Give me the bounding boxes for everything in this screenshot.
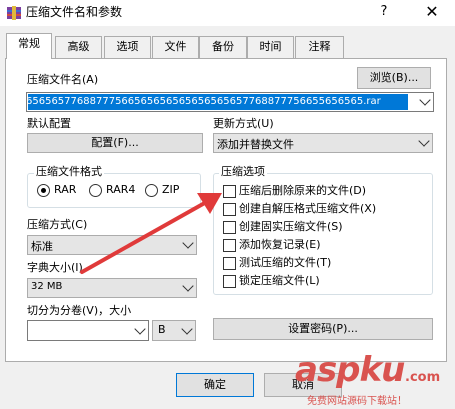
- archive-name-label: 压缩文件名(A): [27, 73, 99, 86]
- chevron-down-icon[interactable]: [181, 322, 193, 335]
- tab-general[interactable]: 常规: [6, 33, 52, 59]
- split-size-input[interactable]: [27, 320, 149, 341]
- update-mode-label: 更新方式(U): [213, 117, 274, 130]
- ok-button[interactable]: 确定: [176, 373, 254, 397]
- tab-options[interactable]: 选项: [104, 36, 151, 58]
- update-mode-value: 添加并替换文件: [217, 138, 294, 151]
- default-profile-label: 默认配置: [27, 117, 71, 130]
- split-unit-select[interactable]: B: [152, 320, 196, 341]
- watermark-suffix: .com: [405, 370, 441, 385]
- delete-after-checkbox[interactable]: [223, 185, 236, 198]
- test-files-label: 测试压缩的文件(T): [239, 256, 332, 269]
- watermark-logo: aspku .com 免费网站源码下载站！: [295, 350, 455, 409]
- help-button[interactable]: ?: [374, 2, 394, 22]
- compression-method-value: 标准: [31, 240, 53, 253]
- close-button[interactable]: ✕: [420, 2, 444, 22]
- compression-method-select[interactable]: 标准: [27, 235, 197, 255]
- recovery-record-label: 添加恢复记录(E): [239, 238, 321, 251]
- window-title: 压缩文件名和参数: [26, 5, 123, 19]
- winrar-app-icon: [7, 6, 21, 20]
- tab-comment[interactable]: 注释: [295, 36, 344, 58]
- compression-method-label: 压缩方式(C): [27, 218, 88, 231]
- format-rar-radio[interactable]: [37, 184, 50, 197]
- dictionary-size-select[interactable]: 32 MB: [27, 278, 197, 298]
- format-rar-label: RAR: [54, 183, 77, 196]
- recovery-record-checkbox[interactable]: [223, 239, 236, 252]
- create-sfx-checkbox[interactable]: [223, 203, 236, 216]
- create-solid-checkbox[interactable]: [223, 221, 236, 234]
- chevron-down-icon[interactable]: [418, 135, 430, 147]
- split-unit-value: B: [158, 323, 166, 336]
- archive-name-combo[interactable]: 6565657768877756656565656565656565776887…: [26, 92, 434, 112]
- create-sfx-label: 创建自解压格式压缩文件(X): [239, 202, 377, 215]
- lock-archive-checkbox[interactable]: [223, 275, 236, 288]
- format-zip-label: ZIP: [162, 183, 180, 196]
- tab-advanced[interactable]: 高级: [55, 36, 102, 58]
- chevron-down-icon[interactable]: [419, 94, 431, 106]
- set-password-button[interactable]: 设置密码(P)...: [213, 318, 433, 340]
- create-solid-label: 创建固实压缩文件(S): [239, 220, 343, 233]
- tab-files[interactable]: 文件: [152, 36, 199, 58]
- test-files-checkbox[interactable]: [223, 257, 236, 270]
- tab-time[interactable]: 时间: [247, 36, 294, 58]
- update-mode-select[interactable]: 添加并替换文件: [213, 133, 433, 153]
- browse-button[interactable]: 浏览(B)...: [357, 67, 431, 89]
- chevron-down-icon[interactable]: [134, 322, 146, 335]
- dictionary-size-value: 32 MB: [31, 281, 63, 292]
- dictionary-size-label: 字典大小(I): [27, 261, 83, 274]
- chevron-down-icon[interactable]: [182, 280, 194, 292]
- format-rar4-label: RAR4: [106, 183, 136, 196]
- compression-options-title: 压缩选项: [219, 165, 267, 179]
- watermark-brand: aspku: [295, 350, 405, 390]
- split-volumes-label: 切分为分卷(V)，大小: [27, 304, 132, 317]
- archive-name-input[interactable]: 6565657768877756656565656565656565776887…: [28, 94, 408, 110]
- format-zip-radio[interactable]: [145, 184, 158, 197]
- archive-format-title: 压缩文件格式: [34, 165, 104, 179]
- profile-button[interactable]: 配置(F)...: [27, 133, 203, 153]
- tab-backup[interactable]: 备份: [199, 36, 247, 58]
- chevron-down-icon[interactable]: [182, 237, 194, 249]
- delete-after-label: 压缩后删除原来的文件(D): [239, 184, 367, 197]
- watermark-tagline: 免费网站源码下载站！: [307, 396, 407, 407]
- format-rar4-radio[interactable]: [89, 184, 102, 197]
- lock-archive-label: 锁定压缩文件(L): [239, 274, 320, 287]
